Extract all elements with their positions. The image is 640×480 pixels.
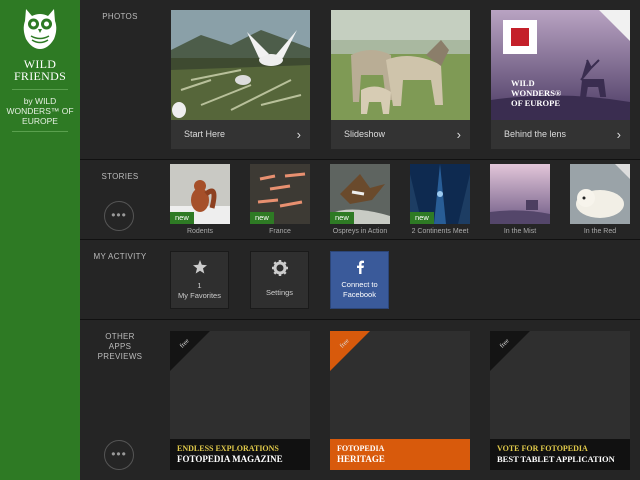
story-card-rodents[interactable]: new Rodents	[170, 164, 230, 235]
activity-section-label: MY ACTIVITY	[93, 252, 147, 261]
byline-line3: EUROPE	[22, 116, 58, 126]
app-banner: ENDLESS EXPLORATIONS FOTOPEDIA MAGAZINE	[170, 439, 310, 470]
connect-facebook-button[interactable]: Connect to Facebook	[330, 251, 389, 309]
star-icon	[192, 260, 207, 274]
photo-card-caption: Behind the lens	[491, 120, 630, 149]
story-label: Rodents	[186, 228, 214, 235]
app-banner: VOTE FOR FOTOPEDIA BEST TABLET APPLICATI…	[490, 439, 630, 470]
story-card-france[interactable]: new France	[250, 164, 310, 235]
photo-card-behind-the-lens[interactable]: WILD WONDERS® OF EUROPE Behind the lens …	[491, 10, 630, 149]
app-title-line2: FRIENDS	[13, 69, 67, 83]
app-title: WILD FRIENDS	[0, 58, 80, 82]
story-label: Ospreys in Action	[332, 228, 388, 235]
story-thumbnail: new	[170, 164, 230, 224]
free-ribbon: free	[490, 331, 530, 371]
app-banner-line1: FOTOPEDIA	[337, 444, 385, 453]
app-card-vote-fotopedia[interactable]: free VOTE FOR FOTOPEDIA BEST TABLET APPL…	[490, 331, 630, 470]
brand-overlay-line3: OF EUROPE	[511, 98, 561, 108]
photos-section: PHOTOS Start Here › Slideshow › WILD WON…	[80, 0, 640, 160]
story-thumbnail: new	[410, 164, 470, 224]
other-apps-label-line2: APPS	[108, 342, 132, 351]
story-card-in-the-red[interactable]: In the Red	[570, 164, 630, 235]
new-badge: new	[250, 212, 274, 224]
story-thumbnail	[570, 164, 630, 224]
app-banner-line2: FOTOPEDIA MAGAZINE	[177, 454, 283, 464]
app-banner-line1: VOTE FOR FOTOPEDIA	[497, 444, 588, 453]
photo-thumbnail: WILD WONDERS® OF EUROPE	[491, 10, 630, 120]
photo-card-caption: Start Here	[171, 120, 310, 149]
stories-section-label: STORIES	[101, 172, 139, 181]
my-favorites-button[interactable]: 1 My Favorites	[170, 251, 229, 309]
chevron-right-icon: ›	[296, 127, 301, 142]
other-apps-section-label: OTHER APPS PREVIEWS	[80, 332, 160, 362]
story-label: In the Mist	[503, 228, 537, 235]
settings-label: Settings	[265, 288, 294, 297]
divider	[12, 89, 68, 90]
story-card-2-continents[interactable]: new 2 Continents Meet	[410, 164, 470, 235]
free-ribbon: free	[170, 331, 210, 371]
other-apps-label-line3: PREVIEWS	[97, 352, 143, 361]
app-banner: FOTOPEDIA HERITAGE	[330, 439, 470, 470]
story-label: 2 Continents Meet	[411, 228, 469, 235]
more-stories-button[interactable]: •••	[104, 201, 134, 231]
facebook-icon	[356, 260, 364, 274]
photo-thumbnail	[171, 10, 310, 120]
gear-icon	[271, 260, 288, 276]
facebook-line2: Facebook	[343, 290, 376, 299]
app-banner-line1: ENDLESS EXPLORATIONS	[177, 444, 279, 453]
sidebar: WILD FRIENDS by WILD WONDERS™ OF EUROPE	[0, 0, 80, 480]
byline-line1: by WILD	[23, 96, 57, 106]
brand-overlay-text: WILD WONDERS® OF EUROPE	[511, 78, 561, 108]
story-label: France	[269, 228, 291, 235]
facebook-line1: Connect to	[341, 280, 378, 289]
app-card-fotopedia-magazine[interactable]: free ENDLESS EXPLORATIONS FOTOPEDIA MAGA…	[170, 331, 310, 470]
more-apps-button[interactable]: •••	[104, 440, 134, 470]
photo-thumbnail	[331, 10, 470, 120]
main-content: PHOTOS Start Here › Slideshow › WILD WON…	[80, 0, 640, 480]
chevron-right-icon: ›	[456, 127, 461, 142]
app-banner-line2: HERITAGE	[337, 454, 385, 464]
free-ribbon: free	[330, 331, 370, 371]
settings-button[interactable]: Settings	[250, 251, 309, 309]
story-thumbnail	[490, 164, 550, 224]
photo-card-start-here[interactable]: Start Here ›	[171, 10, 310, 149]
photo-card-slideshow[interactable]: Slideshow ›	[331, 10, 470, 149]
app-card-fotopedia-heritage[interactable]: free FOTOPEDIA HERITAGE	[330, 331, 470, 470]
byline-line2: WONDERS™ OF	[6, 106, 74, 116]
divider	[12, 131, 68, 132]
new-badge: new	[410, 212, 434, 224]
favorites-count: 1	[197, 281, 202, 290]
byline: by WILD WONDERS™ OF EUROPE	[0, 96, 80, 126]
photos-section-label: PHOTOS	[102, 12, 138, 21]
story-thumbnail: new	[330, 164, 390, 224]
story-card-ospreys[interactable]: new Ospreys in Action	[330, 164, 390, 235]
app-banner-line2: BEST TABLET APPLICATION	[497, 454, 615, 464]
owl-logo-icon	[23, 9, 57, 49]
other-apps-label-line1: OTHER	[105, 332, 135, 341]
story-label: In the Red	[583, 228, 617, 235]
new-badge: new	[330, 212, 354, 224]
story-thumbnail: new	[250, 164, 310, 224]
photo-card-caption: Slideshow	[331, 120, 470, 149]
chevron-right-icon: ›	[616, 127, 621, 142]
favorites-label: My Favorites	[178, 291, 221, 300]
story-card-in-the-mist[interactable]: In the Mist	[490, 164, 550, 235]
brand-overlay-line2: WONDERS®	[511, 88, 562, 98]
brand-overlay-line1: WILD	[511, 78, 535, 88]
new-badge: new	[170, 212, 194, 224]
